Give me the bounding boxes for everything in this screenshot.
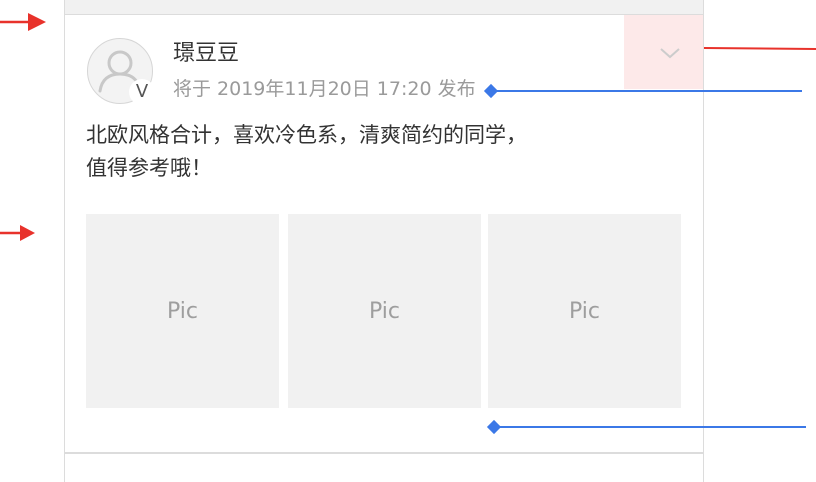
post-image-2[interactable]: Pic — [288, 214, 481, 408]
post-content-line-2: 值得参考哦！ — [86, 156, 212, 180]
chevron-down-icon — [660, 48, 680, 59]
post-image-1[interactable]: Pic — [86, 214, 279, 408]
screenshot-stage: V 璟豆豆 将于 2019年11月20日 17:20 发布 北欧风格合计，喜欢冷… — [0, 0, 816, 482]
red-arrow-middle — [0, 225, 35, 241]
scheduled-publish-time: 将于 2019年11月20日 17:20 发布 — [173, 78, 476, 100]
post-menu-button[interactable] — [624, 15, 703, 89]
verified-badge: V — [129, 79, 155, 105]
post-content: 北欧风格合计，喜欢冷色系，清爽简约的同学， 值得参考哦！ — [86, 119, 686, 185]
red-arrow-top — [0, 13, 46, 31]
post-card: V 璟豆豆 将于 2019年11月20日 17:20 发布 北欧风格合计，喜欢冷… — [64, 14, 704, 453]
post-author-name[interactable]: 璟豆豆 — [173, 39, 239, 69]
red-callout-line — [703, 47, 816, 50]
previous-card-edge — [64, 0, 704, 14]
post-image-3[interactable]: Pic — [488, 214, 681, 408]
next-card-edge — [64, 453, 704, 482]
post-content-line-1: 北欧风格合计，喜欢冷色系，清爽简约的同学， — [86, 123, 527, 147]
